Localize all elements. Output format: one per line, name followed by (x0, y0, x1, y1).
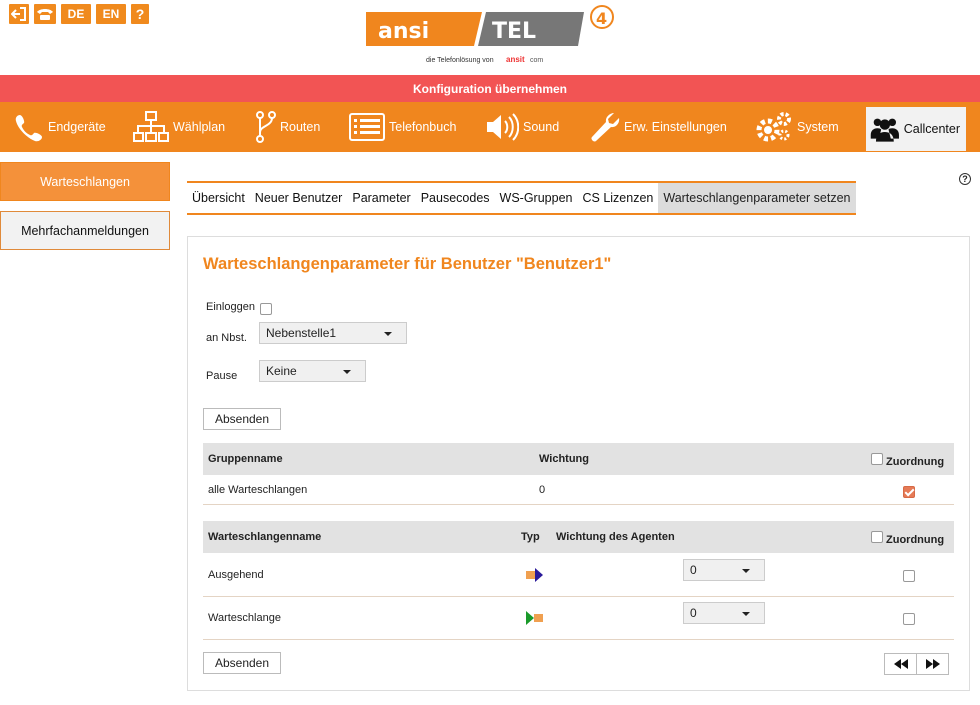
login-checkbox[interactable] (260, 303, 272, 315)
svg-text:ansit: ansit (506, 55, 525, 64)
svg-text:TEL: TEL (492, 19, 536, 44)
extension-label: an Nbst. (206, 332, 247, 344)
sound-icon (487, 113, 519, 141)
submit-button-bottom[interactable]: Absenden (203, 652, 281, 674)
group-weight: 0 (539, 484, 546, 496)
svg-text:ansi: ansi (378, 19, 429, 44)
svg-text:com: com (530, 57, 543, 64)
tab-parameter[interactable]: Parameter (347, 183, 415, 213)
forward-icon (925, 659, 940, 669)
group-assign-checkbox[interactable] (903, 486, 915, 498)
nav-item-erw-einstellungen[interactable]: Erw. Einstellungen (588, 102, 727, 152)
prev-page-button[interactable] (884, 653, 917, 675)
tab-uebersicht[interactable]: Übersicht (187, 183, 250, 213)
col-typ: Typ (521, 531, 540, 543)
sidebar-item-warteschlangen[interactable]: Warteschlangen (0, 162, 170, 201)
incoming-icon (526, 611, 543, 625)
col-wichtung-agent: Wichtung des Agenten (556, 531, 675, 543)
tab-ws-gruppen[interactable]: WS-Gruppen (495, 183, 578, 213)
phonebook-icon (349, 113, 385, 141)
pause-select[interactable]: Keine (259, 360, 366, 382)
apply-config-button[interactable]: Konfiguration übernehmen (0, 75, 980, 102)
chevron-down-icon (742, 569, 750, 573)
users-icon (870, 118, 899, 142)
nav-item-callcenter[interactable]: Callcenter (866, 107, 966, 151)
phone-icon (15, 115, 42, 142)
wrench-icon (591, 113, 620, 142)
gears-icon (756, 112, 791, 142)
tab-pausecodes[interactable]: Pausecodes (416, 183, 495, 213)
table-row: Warteschlange 0 (203, 597, 954, 640)
rewind-icon (893, 659, 908, 669)
chevron-down-icon (384, 332, 392, 336)
tab-warteschlangenparameter-setzen[interactable]: Warteschlangenparameter setzen (658, 183, 856, 213)
col-zuordnung: Zuordnung (886, 534, 945, 546)
help-icon[interactable]: ? (959, 173, 971, 185)
top-icon-bar: DE EN ? (9, 4, 149, 24)
extension-select[interactable]: Nebenstelle1 (259, 322, 407, 344)
nav-item-endgeraete[interactable]: Endgeräte (14, 102, 106, 152)
routes-icon (256, 111, 276, 143)
col-wichtung: Wichtung (539, 453, 589, 465)
nav-item-telefonbuch[interactable]: Telefonbuch (349, 102, 456, 152)
apply-config-label: Konfiguration übernehmen (413, 81, 567, 96)
svg-text:die Telefonlösung von: die Telefonlösung von (426, 57, 494, 64)
nav-item-waehlplan[interactable]: Wählplan (133, 102, 225, 152)
tab-bar: Übersicht Neuer Benutzer Parameter Pause… (187, 181, 856, 215)
dialplan-icon (133, 111, 169, 142)
nav-item-system[interactable]: System (755, 102, 839, 152)
tab-neuer-benutzer[interactable]: Neuer Benutzer (250, 183, 348, 213)
col-zuordnung: Zuordnung (886, 456, 945, 468)
queue-assign-checkbox[interactable] (903, 570, 915, 582)
next-page-button[interactable] (916, 653, 949, 675)
nav-item-sound[interactable]: Sound (485, 102, 559, 152)
queue-assign-all-checkbox[interactable] (871, 531, 883, 543)
queue-name: Ausgehend (208, 569, 264, 581)
main-nav: Endgeräte Wählplan Routen Telefonbuch So… (0, 102, 980, 152)
logout-icon[interactable] (9, 4, 29, 24)
group-assign-all-checkbox[interactable] (871, 453, 883, 465)
phone-icon[interactable] (34, 4, 56, 24)
chevron-down-icon (343, 370, 351, 374)
queue-table-header: Warteschlangenname Typ Wichtung des Agen… (203, 521, 954, 553)
sidebar-item-mehrfachanmeldungen[interactable]: Mehrfachanmeldungen (0, 211, 170, 250)
queue-name: Warteschlange (208, 612, 281, 624)
col-gruppenname: Gruppenname (208, 453, 283, 465)
lang-de-button[interactable]: DE (61, 4, 91, 24)
nav-item-routen[interactable]: Routen (256, 102, 320, 152)
svg-text:4: 4 (596, 9, 607, 28)
col-warteschlangenname: Warteschlangenname (208, 531, 322, 543)
lang-en-button[interactable]: EN (96, 4, 126, 24)
pause-label: Pause (206, 370, 238, 382)
outgoing-icon (526, 568, 543, 582)
agent-weight-select[interactable]: 0 (683, 602, 765, 624)
tab-cs-lizenzen[interactable]: CS Lizenzen (577, 183, 658, 213)
table-row: alle Warteschlangen 0 (203, 475, 954, 505)
chevron-down-icon (742, 612, 750, 616)
submit-button-top[interactable]: Absenden (203, 408, 281, 430)
login-label: Einloggen (206, 301, 255, 313)
ansitel-logo: ansi TEL 4 die Telefonlösung von ansit c… (364, 4, 624, 68)
table-row: Ausgehend 0 (203, 553, 954, 597)
page-title: Warteschlangenparameter für Benutzer "Be… (203, 255, 612, 273)
group-name: alle Warteschlangen (208, 484, 308, 496)
queue-assign-checkbox[interactable] (903, 613, 915, 625)
group-table-header: Gruppenname Wichtung Zuordnung (203, 443, 954, 475)
agent-weight-select[interactable]: 0 (683, 559, 765, 581)
help-icon[interactable]: ? (131, 4, 149, 24)
